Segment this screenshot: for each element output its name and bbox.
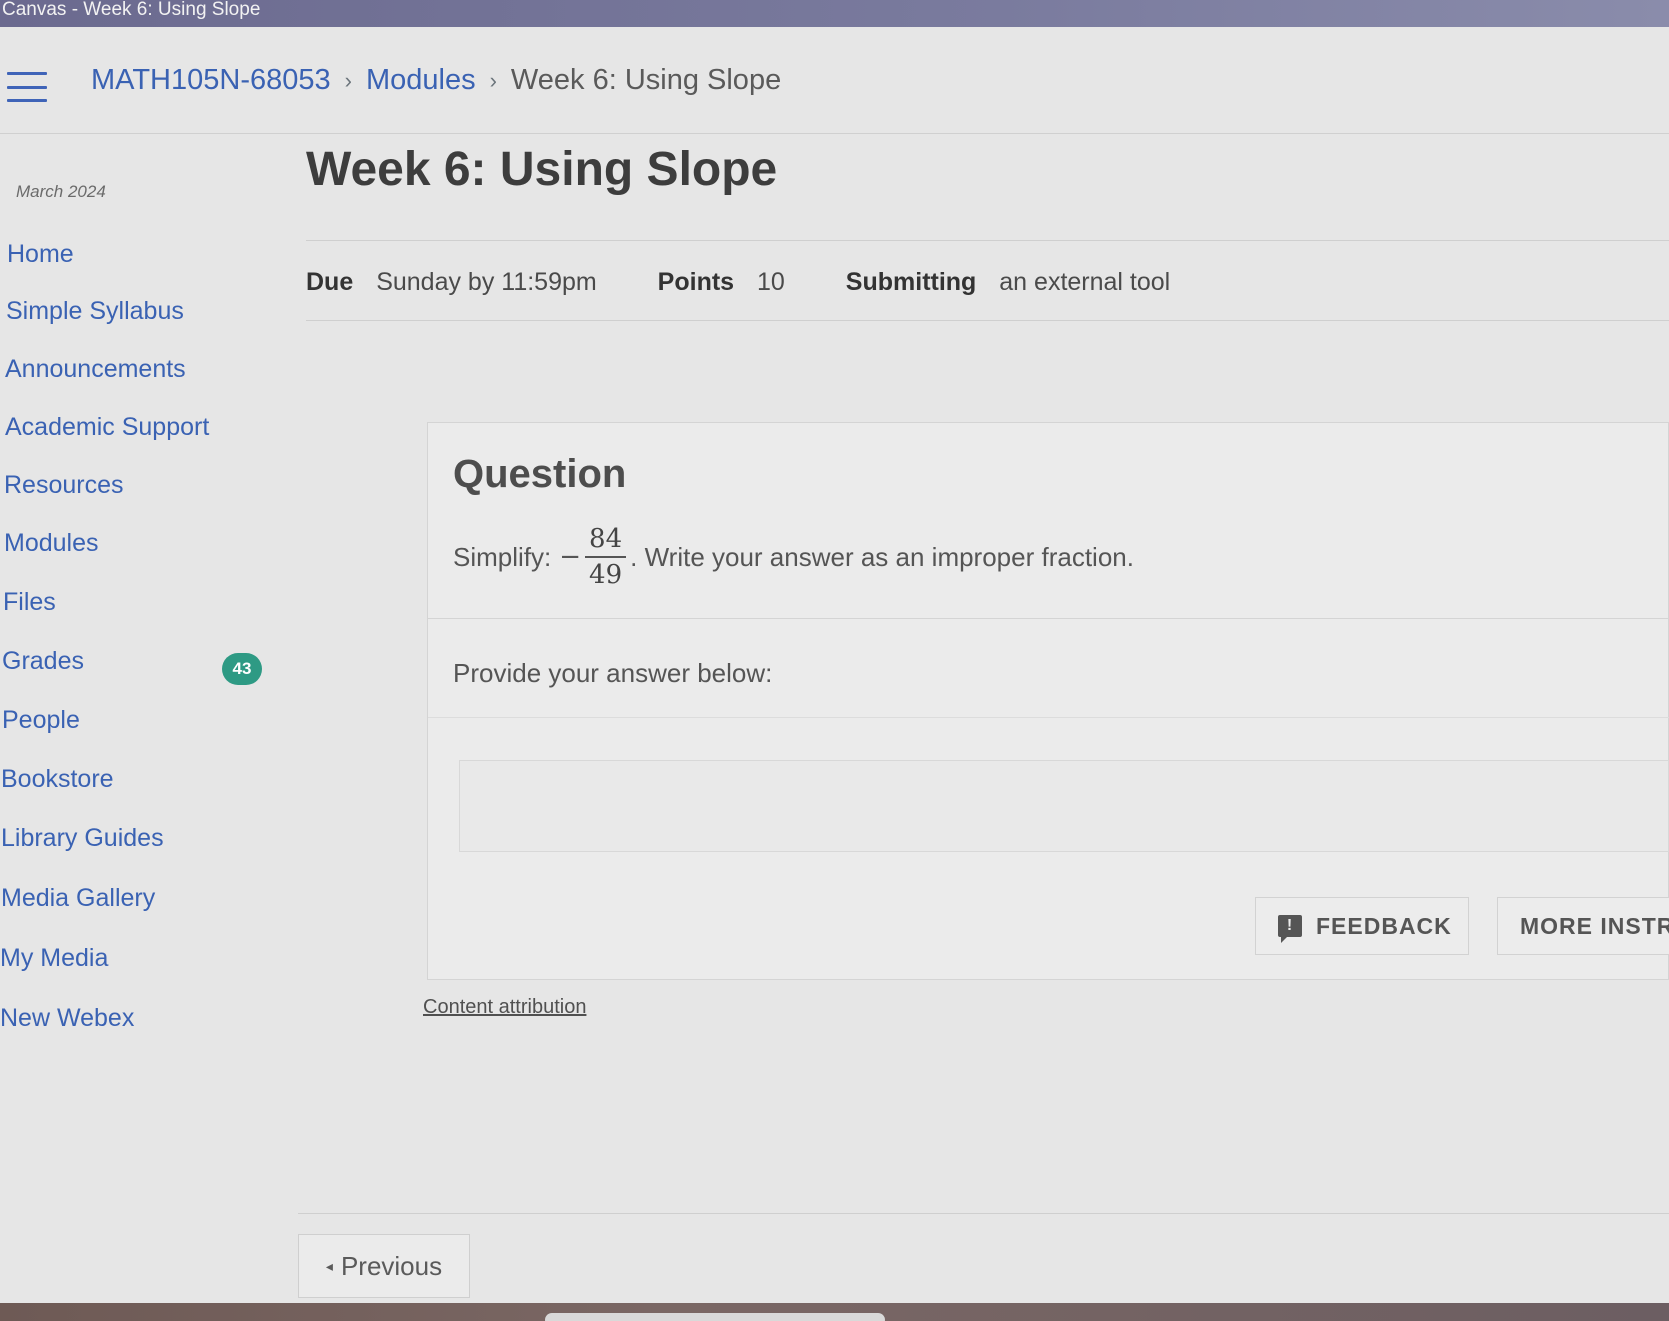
feedback-button[interactable]: ! FEEDBACK (1255, 897, 1469, 955)
sidebar-item-library-guides[interactable]: Library Guides (1, 824, 164, 853)
sidebar-item-people[interactable]: People (2, 706, 80, 735)
divider (428, 717, 1669, 718)
hamburger-menu-icon[interactable] (7, 72, 47, 102)
chevron-right-icon: › (344, 67, 352, 93)
breadcrumb: MATH105N-68053 › Modules › Week 6: Using… (91, 64, 781, 97)
grades-count-badge: 43 (222, 653, 262, 685)
sidebar-item-academic-support[interactable]: Academic Support (5, 413, 209, 442)
sidebar-item-modules[interactable]: Modules (4, 529, 99, 558)
more-instructions-label: MORE INSTR (1520, 912, 1669, 939)
previous-label: Previous (340, 1250, 443, 1281)
breadcrumb-current: Week 6: Using Slope (510, 64, 782, 96)
breadcrumb-modules-link[interactable]: Modules (366, 64, 476, 97)
sidebar-item-home[interactable]: Home (7, 240, 74, 269)
chevron-right-icon: › (489, 67, 497, 93)
more-instructions-button[interactable]: MORE INSTR (1497, 897, 1669, 955)
sidebar-item-grades[interactable]: Grades (2, 647, 84, 676)
sidebar-item-bookstore[interactable]: Bookstore (1, 765, 114, 794)
submitting-value: an external tool (999, 268, 1171, 296)
divider (0, 133, 1669, 134)
sidebar-item-new-webex[interactable]: New Webex (0, 1004, 134, 1033)
page-title: Week 6: Using Slope (306, 143, 778, 196)
points-label: Points (657, 268, 735, 296)
fraction: 84 49 (585, 522, 627, 592)
question-text: Simplify: − 84 49 . Write your answer as… (453, 522, 1134, 592)
points-value: 10 (757, 268, 785, 296)
previous-button[interactable]: ◂ Previous (298, 1234, 470, 1298)
course-term: March 2024 (16, 182, 106, 201)
sidebar-item-my-media[interactable]: My Media (0, 944, 108, 973)
window-title: Canvas - Week 6: Using Slope (0, 0, 1669, 27)
divider (306, 320, 1669, 321)
content-attribution-link[interactable]: Content attribution (423, 996, 586, 1019)
answer-input[interactable] (459, 760, 1669, 852)
question-prefix: Simplify: (453, 541, 552, 572)
fraction-denominator: 49 (589, 560, 623, 590)
due-label: Due (306, 268, 354, 296)
sidebar-item-simple-syllabus[interactable]: Simple Syllabus (6, 297, 184, 326)
question-suffix: . Write your answer as an improper fract… (630, 541, 1134, 572)
due-value: Sunday by 11:59pm (376, 268, 597, 296)
caret-left-icon: ◂ (325, 1257, 333, 1274)
breadcrumb-course-link[interactable]: MATH105N-68053 (91, 64, 331, 97)
feedback-label: FEEDBACK (1316, 912, 1452, 939)
external-tool-frame (427, 422, 1669, 980)
divider (298, 1213, 1669, 1214)
submitting-label: Submitting (845, 268, 977, 296)
question-heading: Question (453, 452, 627, 496)
divider (428, 618, 1669, 619)
sidebar-item-announcements[interactable]: Announcements (5, 355, 186, 384)
taskbar-pill (545, 1313, 885, 1321)
sidebar-item-resources[interactable]: Resources (4, 471, 124, 500)
negative-sign: − (559, 542, 582, 572)
assignment-details: Due Sunday by 11:59pm Points 10 Submitti… (306, 268, 1170, 297)
fraction-numerator: 84 (585, 522, 627, 558)
feedback-icon: ! (1278, 915, 1302, 943)
sidebar-item-files[interactable]: Files (3, 588, 56, 617)
divider (306, 240, 1669, 241)
answer-prompt: Provide your answer below: (453, 658, 773, 688)
sidebar-item-media-gallery[interactable]: Media Gallery (1, 884, 155, 913)
